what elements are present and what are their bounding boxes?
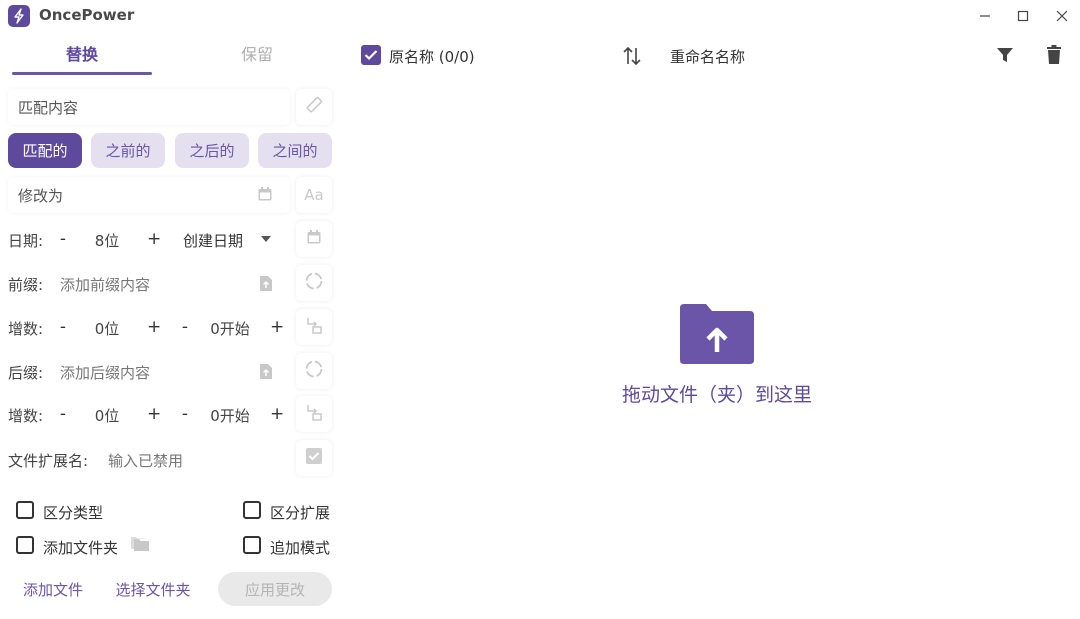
font-case-icon: Aa [304,186,324,204]
folders-icon [130,535,150,553]
drop-hint: 拖动文件（夹）到这里 [621,384,812,406]
suffix-label: 后缀: [8,364,44,382]
extension-toggle-button[interactable] [296,440,332,476]
increment-start-minus-button[interactable]: - [178,317,192,337]
append-mode-checkbox[interactable] [243,536,261,554]
file-import-icon[interactable] [257,274,275,292]
distinguish-type-checkbox[interactable] [16,501,34,519]
tab-active-indicator [12,72,152,75]
add-folder-label: 添加文件夹 [43,539,119,557]
extension-label: 文件扩展名: [8,452,89,470]
modify-input-placeholder: 修改为 [18,186,64,205]
date-minus-button[interactable]: - [56,229,70,249]
append-mode-label: 追加模式 [270,539,331,557]
mode-matched-button[interactable]: 匹配的 [8,133,82,168]
folder-upload-icon[interactable] [680,302,754,364]
title-bar: OncePower [0,0,1080,32]
select-folder-button[interactable]: 选择文件夹 [100,572,206,606]
minimize-icon[interactable] [972,4,998,28]
increment-digits-value[interactable]: 0位 [82,318,132,339]
match-input[interactable]: 匹配内容 [8,89,290,125]
extension-input[interactable]: 输入已禁用 [108,450,183,471]
increment-digits-plus-button[interactable]: + [147,317,161,337]
increment-digits-minus-button[interactable]: - [56,404,70,424]
increment-digits-plus-button[interactable]: + [147,404,161,424]
original-name-header: 原名称 (0/0) [389,48,475,66]
trash-icon[interactable] [1044,44,1064,66]
ruler-icon [304,95,324,119]
mode-after-button[interactable]: 之后的 [175,133,249,168]
increment-start-plus-button[interactable]: + [270,404,284,424]
chevron-down-icon[interactable] [257,230,275,248]
distinguish-ext-checkbox[interactable] [243,501,261,519]
increment-start-value[interactable]: 0开始 [202,318,258,339]
calendar-icon [306,229,322,249]
date-digits-value[interactable]: 8位 [82,230,132,251]
date-type-select[interactable]: 创建日期 [183,230,243,251]
new-name-header: 重命名名称 [670,48,746,66]
increment-swap-button[interactable] [296,396,332,432]
maximize-icon[interactable] [1010,4,1036,28]
tab-keep[interactable]: 保留 [187,38,327,76]
increment-swap-button[interactable] [296,309,332,345]
file-import-icon[interactable] [257,362,275,380]
date-label: 日期: [8,232,44,250]
apply-changes-button[interactable]: 应用更改 [218,572,332,606]
case-button[interactable]: Aa [296,177,332,213]
app-title: OncePower [39,6,135,24]
date-calendar-button[interactable] [296,221,332,257]
prefix-label: 前缀: [8,276,44,294]
calendar-icon[interactable] [256,185,274,203]
mode-before-button[interactable]: 之前的 [91,133,165,168]
add-file-button[interactable]: 添加文件 [8,572,98,606]
mode-between-button[interactable]: 之间的 [258,133,332,168]
increment-digits-minus-button[interactable]: - [56,317,70,337]
increment-label: 增数: [8,320,44,338]
increment-start-minus-button[interactable]: - [178,404,192,424]
refresh-icon [304,271,324,295]
date-plus-button[interactable]: + [147,229,161,249]
increment-digits-value[interactable]: 0位 [82,405,132,426]
suffix-input[interactable]: 添加后缀内容 [60,362,150,383]
distinguish-type-label: 区分类型 [43,504,104,522]
add-folder-checkbox[interactable] [16,536,34,554]
prefix-input[interactable]: 添加前缀内容 [60,274,150,295]
tab-replace[interactable]: 替换 [12,38,152,76]
increment-start-plus-button[interactable]: + [270,317,284,337]
swap-icon [304,402,324,426]
ruler-button[interactable] [296,89,332,125]
filter-icon[interactable] [995,45,1015,65]
close-icon[interactable] [1049,4,1075,28]
distinguish-ext-label: 区分扩展 [270,504,331,522]
checkbox-checked-icon [305,447,323,469]
prefix-refresh-button[interactable] [296,265,332,301]
swap-icon [304,315,324,339]
app-logo-icon [8,5,30,27]
select-all-checkbox[interactable] [361,45,381,65]
refresh-icon [304,359,324,383]
increment-start-value[interactable]: 0开始 [202,405,258,426]
match-input-placeholder: 匹配内容 [18,98,79,117]
modify-input[interactable]: 修改为 [8,177,290,213]
suffix-refresh-button[interactable] [296,353,332,389]
sort-icon[interactable] [620,44,644,68]
increment-label: 增数: [8,407,44,425]
